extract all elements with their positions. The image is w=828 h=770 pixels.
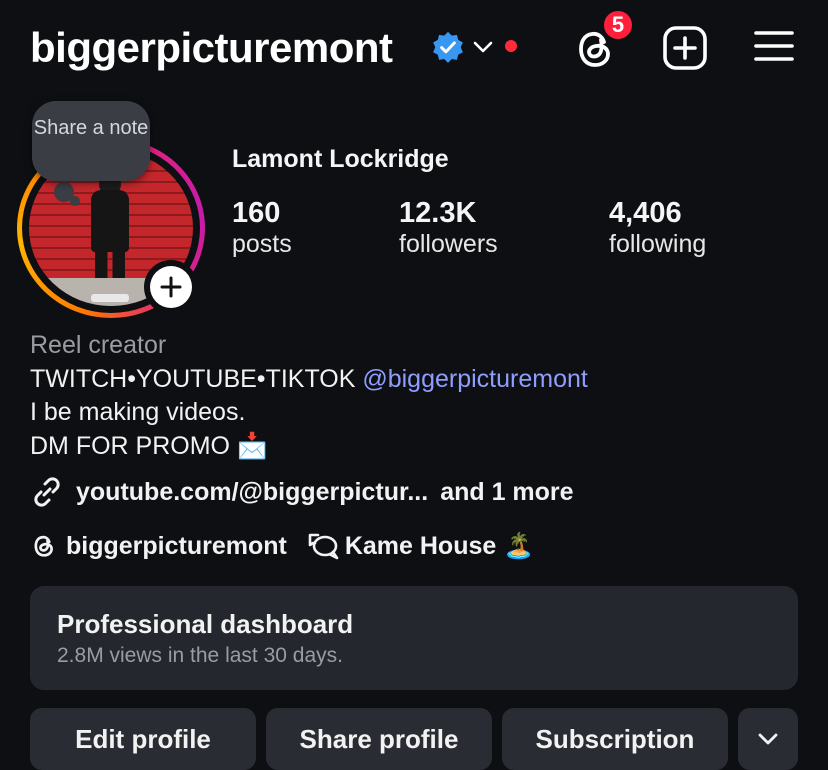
threads-handle-link[interactable]: biggerpicturemont <box>66 532 287 561</box>
hamburger-menu-icon[interactable] <box>752 28 796 64</box>
stat-followers[interactable]: 12.3K followers <box>399 197 498 259</box>
edit-profile-button[interactable]: Edit profile <box>30 708 256 770</box>
stat-following[interactable]: 4,406 following <box>609 197 706 259</box>
bio-line: TWITCH•YOUTUBE•TIKTOK @biggerpicturemont <box>30 365 588 394</box>
link-icon <box>34 477 60 507</box>
verified-badge-icon <box>433 31 463 63</box>
stat-value: 12.3K <box>399 197 477 229</box>
profile-category: Reel creator <box>30 331 167 359</box>
stat-label: posts <box>232 230 292 258</box>
professional-dashboard-card[interactable]: Professional dashboard 2.8M views in the… <box>30 586 798 690</box>
plus-square-icon[interactable] <box>662 25 708 71</box>
share-note-bubble[interactable]: Share a note <box>32 101 150 181</box>
stat-posts[interactable]: 160 posts <box>232 197 292 259</box>
add-story-button[interactable] <box>144 260 198 314</box>
threads-channel-row: biggerpicturemont Kame House 🏝️ <box>30 531 534 561</box>
dashboard-title: Professional dashboard <box>57 609 354 639</box>
stat-value: 160 <box>232 197 281 229</box>
chevron-down-icon[interactable] <box>472 38 494 56</box>
bio-line: I be making videos. <box>30 398 246 426</box>
external-link-row[interactable]: youtube.com/@biggerpictur... and 1 more <box>30 475 574 509</box>
stat-label: following <box>609 230 707 258</box>
dashboard-subtitle: 2.8M views in the last 30 days. <box>57 644 343 667</box>
bio-text: TWITCH•YOUTUBE•TIKTOK <box>30 365 363 393</box>
suggested-accounts-toggle[interactable] <box>738 708 798 770</box>
share-profile-button[interactable]: Share profile <box>266 708 492 770</box>
stat-value: 4,406 <box>609 197 682 229</box>
bio-mention-link[interactable]: @biggerpicturemont <box>362 365 588 393</box>
chevron-down-icon <box>758 733 778 745</box>
threads-icon <box>34 535 53 557</box>
notification-badge: 5 <box>601 8 635 42</box>
chat-bubbles-icon <box>308 533 339 560</box>
stat-label: followers <box>399 230 498 258</box>
broadcast-channel-link[interactable]: Kame House 🏝️ <box>345 532 535 561</box>
external-link[interactable]: youtube.com/@biggerpictur... <box>76 478 428 507</box>
plus-icon <box>160 276 182 298</box>
bio-line: DM FOR PROMO 📩 <box>30 432 269 460</box>
profile-username[interactable]: biggerpicturemont <box>30 24 393 72</box>
subscription-button[interactable]: Subscription <box>502 708 728 770</box>
more-links[interactable]: and 1 more <box>440 478 573 507</box>
unread-dot <box>505 40 517 52</box>
full-name: Lamont Lockridge <box>232 145 449 173</box>
